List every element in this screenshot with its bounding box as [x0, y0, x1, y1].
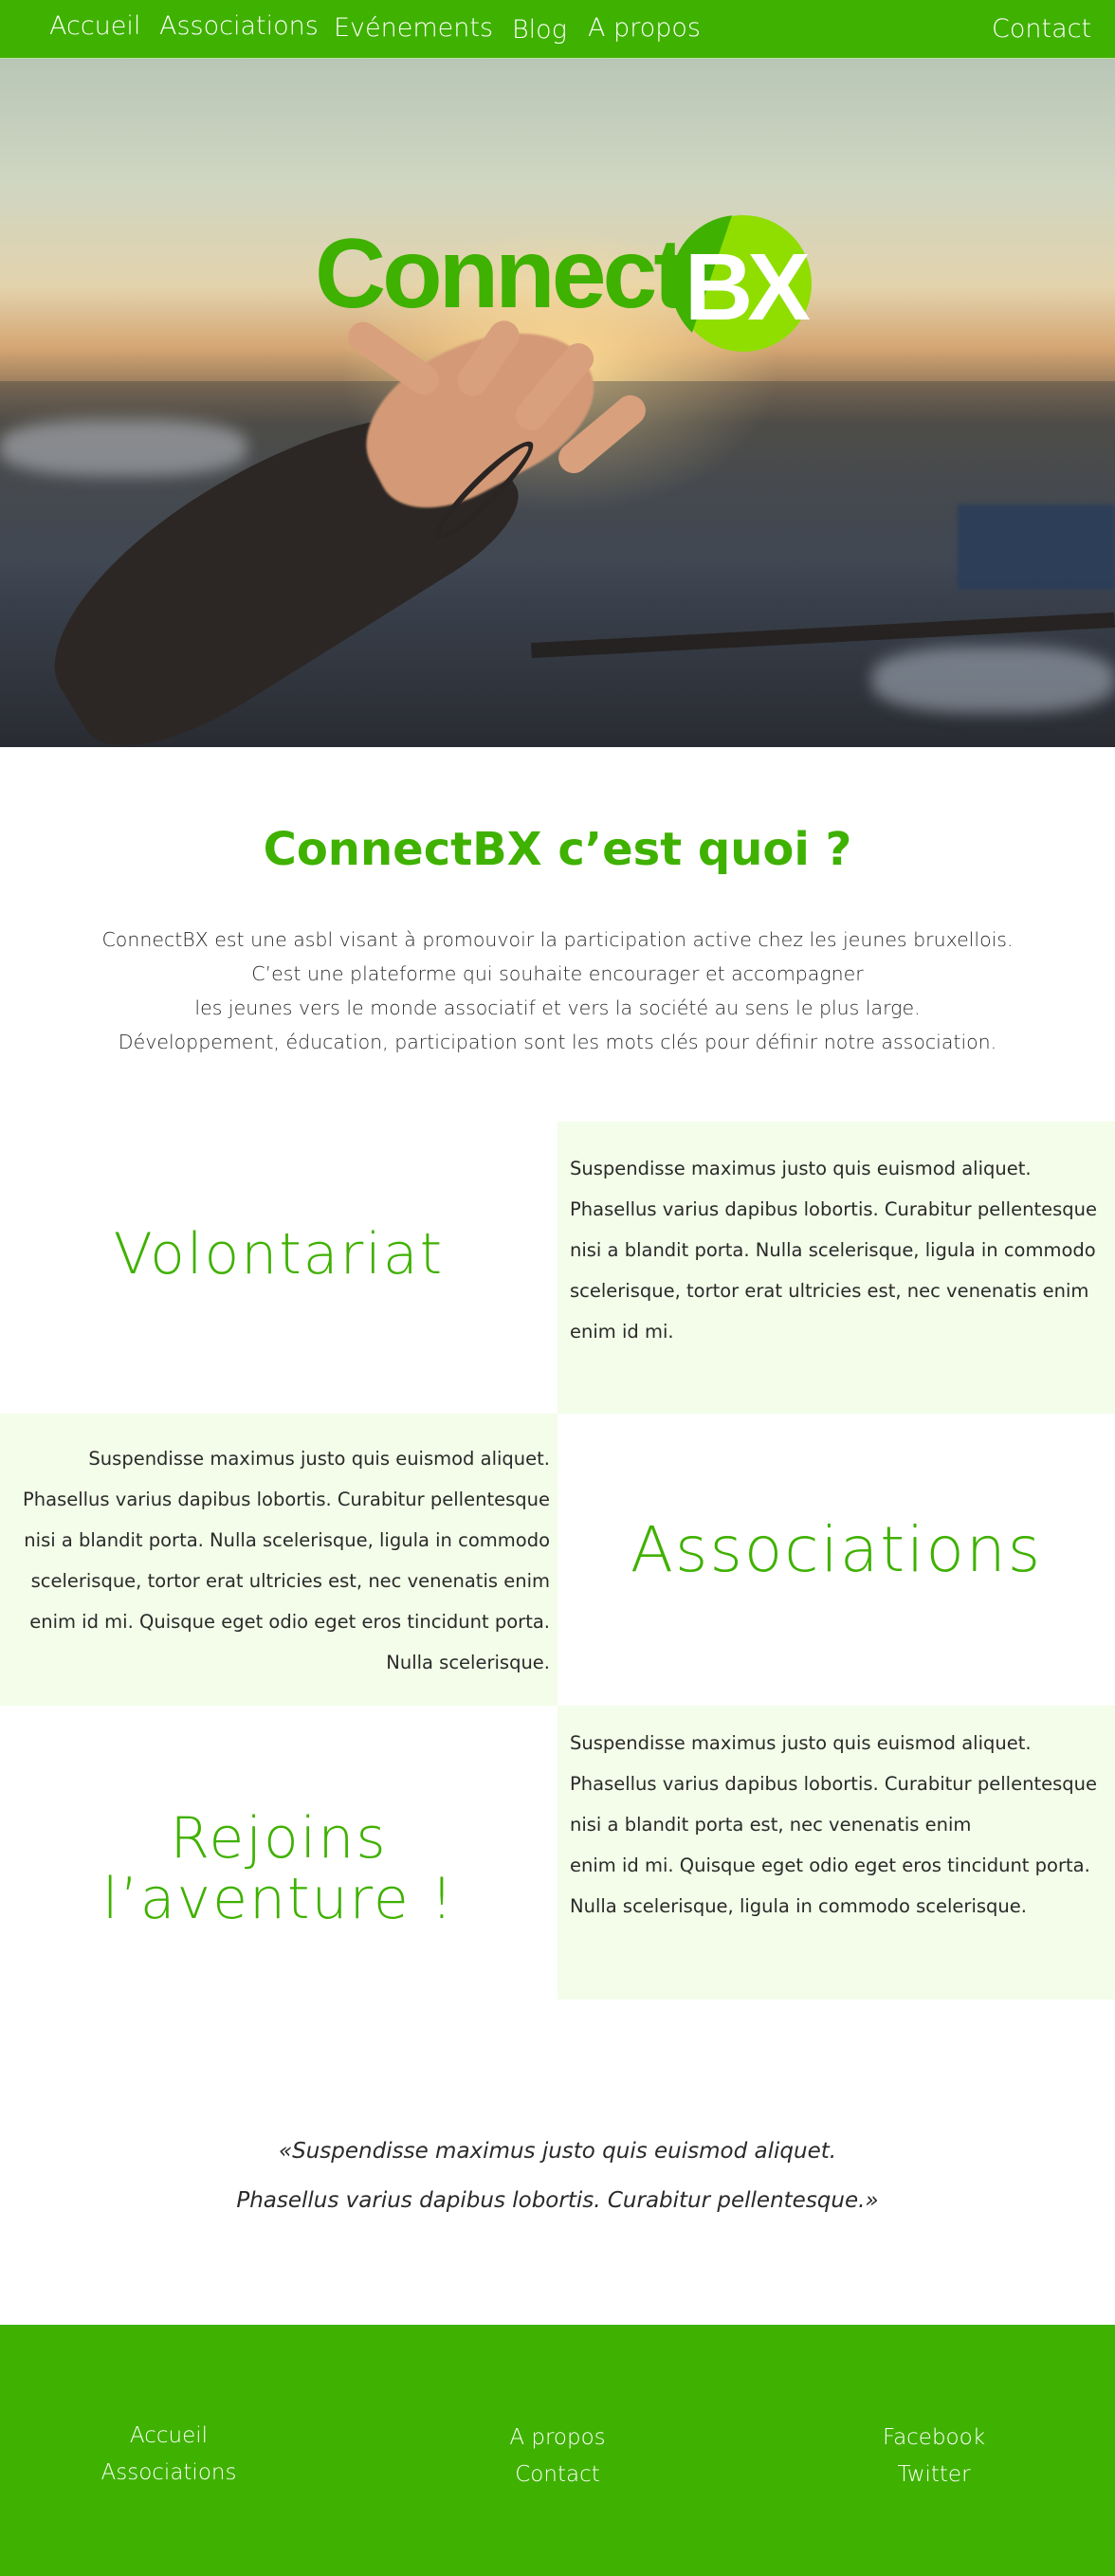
intro-line: les jeunes vers le monde associatif et v… — [194, 996, 921, 1019]
feature-text-line: nisi a blandit porta. Nulla scelerisque,… — [24, 1529, 550, 1551]
feature-text-line: enim id mi. — [570, 1321, 674, 1343]
quote-line: Phasellus varius dapibus lobortis. Curab… — [236, 2188, 879, 2213]
feature-text-line: enim id mi. Quisque eget odio eget eros … — [29, 1611, 550, 1633]
feature-text-line: Phasellus varius dapibus lobortis. Curab… — [570, 1773, 1097, 1795]
footer-link-a-propos[interactable]: A propos — [415, 2420, 700, 2457]
feature-text-line: Nulla scelerisque. — [386, 1652, 550, 1673]
hero-background-roof — [958, 504, 1115, 590]
nav-item-blog[interactable]: Blog — [512, 15, 567, 45]
footer-link-associations[interactable]: Associations — [27, 2455, 311, 2492]
connectbx-logo: Connect BX — [315, 206, 817, 357]
footer-link-facebook[interactable]: Facebook — [792, 2420, 1076, 2457]
footer-column-social: Facebook Twitter — [792, 2420, 1076, 2494]
feature-text-line: Phasellus varius dapibus lobortis. Curab… — [570, 1198, 1097, 1220]
feature-text-line: Suspendisse maximus justo quis euismod a… — [570, 1158, 1032, 1179]
hero-banner: Connect BX — [0, 59, 1115, 747]
footer-link-accueil[interactable]: Accueil — [27, 2418, 311, 2455]
logo-wordmark: Connect — [315, 219, 686, 329]
feature-heading: Volontariat — [113, 1221, 445, 1288]
intro-paragraph: ConnectBX est une asbl visant à promouvo… — [0, 923, 1115, 1059]
feature-volontariat-heading-panel: Volontariat — [0, 1122, 558, 1414]
feature-heading: Associations — [630, 1513, 1043, 1586]
feature-text: Suspendisse maximus justo quis euismod a… — [570, 1723, 1097, 1927]
footer: Accueil Associations A propos Contact Fa… — [0, 2325, 1115, 2576]
quote-line: «Suspendisse maximus justo quis euismod … — [278, 2139, 837, 2164]
feature-text-line: Suspendisse maximus justo quis euismod a… — [88, 1448, 550, 1470]
nav-item-evenements[interactable]: Evénements — [334, 13, 493, 43]
nav-item-a-propos[interactable]: A propos — [588, 13, 701, 43]
logo-bx-badge-icon: BX — [673, 214, 813, 352]
feature-heading: Rejoins l’aventure ! — [0, 1808, 558, 1929]
hero-background-snow — [872, 647, 1115, 713]
feature-text-line: scelerisque, tortor erat ultricies est, … — [570, 1280, 1089, 1302]
intro-line: C’est une plateforme qui souhaite encour… — [251, 962, 864, 985]
feature-text: Suspendisse maximus justo quis euismod a… — [570, 1148, 1097, 1352]
logo-badge-text: BX — [685, 234, 810, 340]
footer-link-twitter[interactable]: Twitter — [792, 2457, 1076, 2494]
intro-line: ConnectBX est une asbl visant à promouvo… — [101, 928, 1014, 951]
feature-text-line: nisi a blandit porta. Nulla scelerisque,… — [570, 1239, 1096, 1261]
top-nav: Accueil Associations Evénements Blog A p… — [0, 0, 1115, 59]
feature-text-line: Nulla scelerisque, ligula in commodo sce… — [570, 1895, 1027, 1917]
intro-line: Développement, éducation, participation … — [118, 1031, 997, 1053]
footer-column-pages: Accueil Associations — [27, 2418, 311, 2492]
feature-associations-heading-panel: Associations — [558, 1414, 1115, 1706]
footer-column-info: A propos Contact — [415, 2420, 700, 2494]
nav-item-contact[interactable]: Contact — [992, 14, 1091, 44]
nav-item-accueil[interactable]: Accueil — [49, 11, 140, 41]
footer-link-contact[interactable]: Contact — [415, 2457, 700, 2494]
feature-text-line: nisi a blandit porta est, nec venenatis … — [570, 1814, 972, 1836]
nav-item-associations[interactable]: Associations — [159, 11, 319, 41]
quote-block: «Suspendisse maximus justo quis euismod … — [0, 2127, 1115, 2225]
hero-background-snow — [0, 419, 247, 476]
feature-associations-text-panel: Suspendisse maximus justo quis euismod a… — [0, 1414, 558, 1706]
feature-text-line: scelerisque, tortor erat ultricies est, … — [30, 1570, 550, 1592]
feature-rejoins-heading-panel: Rejoins l’aventure ! — [0, 1706, 558, 2000]
intro-title: ConnectBX c’est quoi ? — [263, 823, 852, 876]
feature-text-line: enim id mi. Quisque eget odio eget eros … — [570, 1854, 1090, 1876]
feature-rejoins-text-panel: Suspendisse maximus justo quis euismod a… — [558, 1706, 1115, 2000]
feature-volontariat-text-panel: Suspendisse maximus justo quis euismod a… — [558, 1122, 1115, 1414]
feature-heading-line: Rejoins — [170, 1805, 388, 1872]
feature-heading-line: l’aventure ! — [102, 1866, 455, 1932]
feature-text-line: Phasellus varius dapibus lobortis. Curab… — [23, 1489, 550, 1510]
feature-text: Suspendisse maximus justo quis euismod a… — [23, 1438, 550, 1683]
feature-text-line: Suspendisse maximus justo quis euismod a… — [570, 1732, 1032, 1754]
